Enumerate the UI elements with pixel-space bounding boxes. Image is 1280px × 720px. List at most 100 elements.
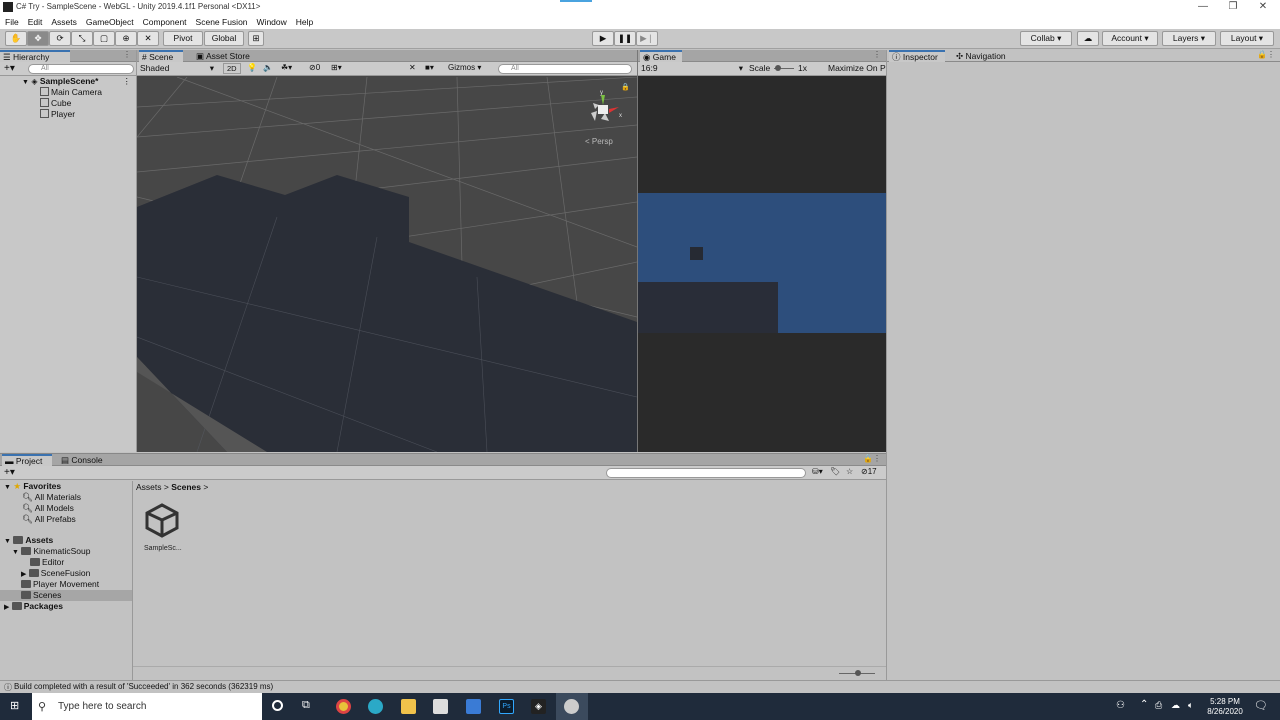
- create-plus-icon[interactable]: +▾: [4, 63, 15, 74]
- scene-root-row[interactable]: ▼ ◈ SampleScene* ⋮: [0, 76, 136, 87]
- folder-scenes-selected[interactable]: Scenes: [0, 590, 132, 601]
- assets-row[interactable]: ▼ Assets: [0, 535, 132, 546]
- task-view-icon[interactable]: ⧉: [302, 699, 310, 712]
- notification-icon[interactable]: 🗨︎: [1254, 699, 1268, 712]
- favorite-star-icon[interactable]: ☆: [846, 467, 853, 476]
- menu-component[interactable]: Component: [143, 15, 187, 29]
- global-toggle[interactable]: Global: [204, 31, 244, 46]
- persp-label[interactable]: < Persp: [585, 137, 613, 146]
- chrome-icon[interactable]: [336, 699, 351, 714]
- custom-tool-icon[interactable]: ✕: [137, 31, 159, 46]
- menu-gameobject[interactable]: GameObject: [86, 15, 134, 29]
- tools-icon[interactable]: ✕: [409, 63, 416, 72]
- folder-kinematicsoup[interactable]: ▼ KinematicSoup: [0, 546, 132, 557]
- maximize-button[interactable]: ❐: [1218, 1, 1248, 13]
- menu-help[interactable]: Help: [296, 15, 313, 29]
- camera-icon[interactable]: ■▾: [425, 63, 434, 72]
- grid-icon[interactable]: ⊞▾: [331, 63, 342, 72]
- account-dropdown[interactable]: Account ▾: [1102, 31, 1158, 46]
- panel-menu-icon[interactable]: 🔒⋮: [1257, 50, 1275, 59]
- filter-label-icon[interactable]: 🏷: [830, 467, 840, 476]
- panel-menu-icon[interactable]: 🔒⋮: [863, 454, 881, 463]
- menu-file[interactable]: File: [5, 15, 19, 29]
- icon-size-slider-thumb[interactable]: [855, 670, 861, 676]
- filter-type-icon[interactable]: ⛁▾: [812, 467, 823, 476]
- minimize-button[interactable]: —: [1188, 1, 1218, 13]
- hidden-packages-toggle[interactable]: ⊘17: [861, 467, 877, 476]
- shading-dropdown[interactable]: Shaded ▾: [140, 63, 216, 73]
- volume-icon[interactable]: 🔈︎: [1188, 700, 1193, 711]
- breadcrumb-scenes[interactable]: Scenes: [171, 482, 201, 492]
- scene-search-input[interactable]: All: [498, 64, 632, 74]
- gizmos-dropdown[interactable]: Gizmos ▾: [448, 63, 481, 72]
- status-message[interactable]: Build completed with a result of 'Succee…: [14, 682, 273, 691]
- store-icon[interactable]: [433, 699, 448, 714]
- favorite-all-prefabs[interactable]: 🔍︎ All Prefabs: [0, 514, 132, 525]
- mail-icon[interactable]: [466, 699, 481, 714]
- scale-tool-icon[interactable]: ⤡: [71, 31, 93, 46]
- scene-asset-item[interactable]: [144, 502, 184, 542]
- audio-icon[interactable]: 🔈: [263, 63, 273, 72]
- clock[interactable]: 5:28 PM 8/26/2020: [1202, 697, 1248, 717]
- hierarchy-item-player[interactable]: Player: [0, 109, 136, 120]
- maximize-on-play-toggle[interactable]: Maximize On Pl: [828, 63, 886, 73]
- aspect-dropdown[interactable]: 16:9 ▾: [641, 63, 745, 73]
- favorite-all-materials[interactable]: 🔍︎ All Materials: [0, 492, 132, 503]
- game-viewport[interactable]: [638, 77, 887, 452]
- tab-asset-store[interactable]: ▣ Asset Store: [193, 50, 257, 62]
- orientation-gizmo-icon[interactable]: y x: [583, 87, 623, 131]
- scale-slider-thumb[interactable]: [775, 65, 781, 71]
- onedrive-icon[interactable]: ☁: [1171, 700, 1180, 711]
- transform-tool-icon[interactable]: ⊕: [115, 31, 137, 46]
- hidden-objects-toggle[interactable]: ⊘0: [309, 63, 320, 72]
- hierarchy-item-main-camera[interactable]: Main Camera: [0, 87, 136, 98]
- cloud-icon[interactable]: ☁: [1077, 31, 1099, 46]
- menu-assets[interactable]: Assets: [51, 15, 77, 29]
- edge-icon[interactable]: [368, 699, 383, 714]
- 2d-toggle[interactable]: 2D: [223, 63, 241, 74]
- move-tool-icon[interactable]: ✥: [27, 31, 49, 46]
- rotate-tool-icon[interactable]: ⟳: [49, 31, 71, 46]
- tab-navigation[interactable]: ✣ Navigation: [953, 50, 1023, 62]
- favorite-all-models[interactable]: 🔍︎ All Models: [0, 503, 132, 514]
- network-icon[interactable]: ⎙: [1155, 700, 1162, 711]
- menu-window[interactable]: Window: [257, 15, 287, 29]
- folder-scenefusion[interactable]: ▶ SceneFusion: [0, 568, 132, 579]
- collab-dropdown[interactable]: Collab ▾: [1020, 31, 1072, 46]
- layout-dropdown[interactable]: Layout ▾: [1220, 31, 1274, 46]
- cortana-icon[interactable]: [272, 700, 283, 711]
- tab-inspector[interactable]: ⓘ Inspector: [889, 50, 945, 62]
- breadcrumb-assets[interactable]: Assets: [136, 482, 162, 492]
- hierarchy-search-input[interactable]: All: [28, 64, 134, 74]
- panel-menu-icon[interactable]: ⋮: [873, 50, 881, 59]
- taskbar-search-input[interactable]: Type here to search: [32, 693, 262, 720]
- tab-console[interactable]: ▤ Console: [58, 454, 108, 466]
- active-app-highlight[interactable]: [556, 693, 588, 720]
- rect-tool-icon[interactable]: ▢: [93, 31, 115, 46]
- panel-menu-icon[interactable]: ⋮: [123, 50, 131, 59]
- lighting-icon[interactable]: 💡: [247, 63, 257, 72]
- tab-game[interactable]: ◉ Game: [640, 50, 682, 62]
- close-button[interactable]: ✕: [1248, 1, 1278, 13]
- windows-start-icon[interactable]: ⊞: [10, 700, 22, 712]
- play-button[interactable]: ▶: [592, 31, 614, 46]
- pause-button[interactable]: ❚❚: [614, 31, 636, 46]
- photoshop-icon[interactable]: Ps: [499, 699, 514, 714]
- file-explorer-icon[interactable]: [401, 699, 416, 714]
- folder-editor[interactable]: Editor: [0, 557, 132, 568]
- folder-player-movement[interactable]: Player Movement: [0, 579, 132, 590]
- tab-project[interactable]: ▬ Project: [2, 454, 52, 466]
- menu-edit[interactable]: Edit: [28, 15, 43, 29]
- scene-menu-icon[interactable]: ⋮: [123, 76, 132, 87]
- packages-row[interactable]: ▶ Packages: [0, 601, 132, 612]
- scene-viewport[interactable]: y x < Persp 🔒: [137, 77, 637, 452]
- step-button[interactable]: ▶❘: [636, 31, 658, 46]
- create-plus-icon[interactable]: +▾: [4, 467, 15, 478]
- lock-icon[interactable]: 🔒: [621, 83, 630, 91]
- tab-hierarchy[interactable]: ☰ Hierarchy: [0, 50, 70, 62]
- menu-scene-fusion[interactable]: Scene Fusion: [196, 15, 248, 29]
- layers-dropdown[interactable]: Layers ▾: [1162, 31, 1216, 46]
- favorites-row[interactable]: ▼ ★ Favorites: [0, 481, 132, 492]
- unity-taskbar-icon[interactable]: ◈: [531, 699, 546, 714]
- project-search-input[interactable]: [606, 468, 806, 478]
